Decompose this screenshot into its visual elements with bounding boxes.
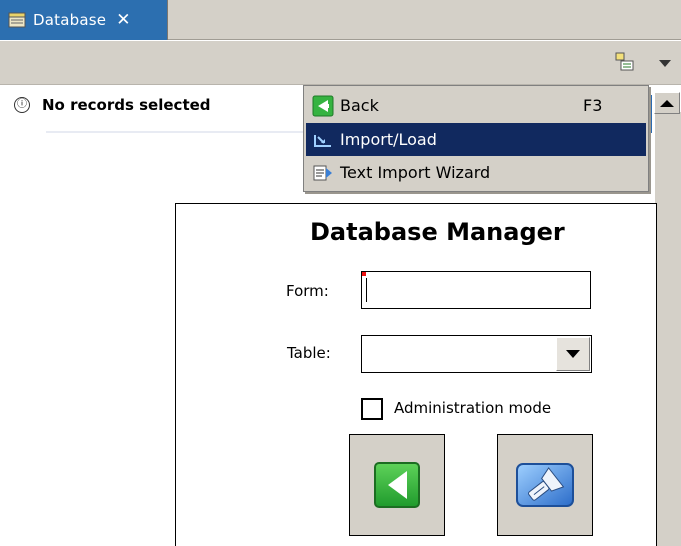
text-caret	[366, 278, 367, 302]
menu-item-label: Back	[340, 96, 379, 115]
back-button[interactable]	[349, 434, 445, 536]
flashlight-icon	[516, 463, 574, 507]
menu-item-import-load[interactable]: Import/Load	[306, 123, 646, 156]
status-line: ⓘ No records selected	[14, 96, 211, 114]
back-arrow-icon	[374, 462, 420, 508]
required-marker	[362, 272, 366, 276]
scroll-up-button[interactable]	[654, 92, 680, 114]
menu-item-label: Text Import Wizard	[340, 163, 491, 182]
scrollbar-track[interactable]	[655, 112, 681, 546]
text-import-wizard-icon	[313, 165, 332, 180]
menu-item-shortcut: F3	[583, 96, 603, 115]
menu-item-label: Import/Load	[340, 130, 437, 149]
table-label: Table:	[287, 344, 331, 362]
administration-mode-label: Administration mode	[394, 399, 552, 417]
database-icon	[8, 12, 26, 28]
close-icon[interactable]: ✕	[116, 10, 130, 30]
back-arrow-icon	[312, 95, 334, 116]
form-label: Form:	[286, 282, 329, 300]
menu-item-text-import-wizard[interactable]: Text Import Wizard	[306, 156, 646, 189]
form-field[interactable]	[361, 271, 591, 309]
grid-layout-icon[interactable]	[615, 52, 635, 72]
divider	[46, 131, 306, 133]
chevron-up-icon	[660, 99, 674, 107]
administration-mode-checkbox[interactable]	[361, 398, 383, 420]
tab-database[interactable]: Database ✕	[0, 0, 168, 40]
table-select[interactable]	[361, 335, 592, 373]
dropdown-button[interactable]	[556, 337, 590, 371]
flashlight-search-button[interactable]	[497, 434, 593, 536]
status-text: No records selected	[42, 96, 211, 114]
tab-label: Database	[33, 11, 107, 29]
info-icon: ⓘ	[14, 97, 30, 113]
context-menu: Back F3 Import/Load Text Import Wizard	[303, 85, 649, 192]
chevron-down-icon	[566, 350, 580, 358]
page-title: Database Manager	[310, 218, 565, 246]
chevron-down-icon[interactable]	[659, 60, 671, 67]
view-toolbar	[0, 41, 681, 85]
import-icon	[314, 134, 331, 147]
menu-item-back[interactable]: Back F3	[306, 89, 646, 122]
